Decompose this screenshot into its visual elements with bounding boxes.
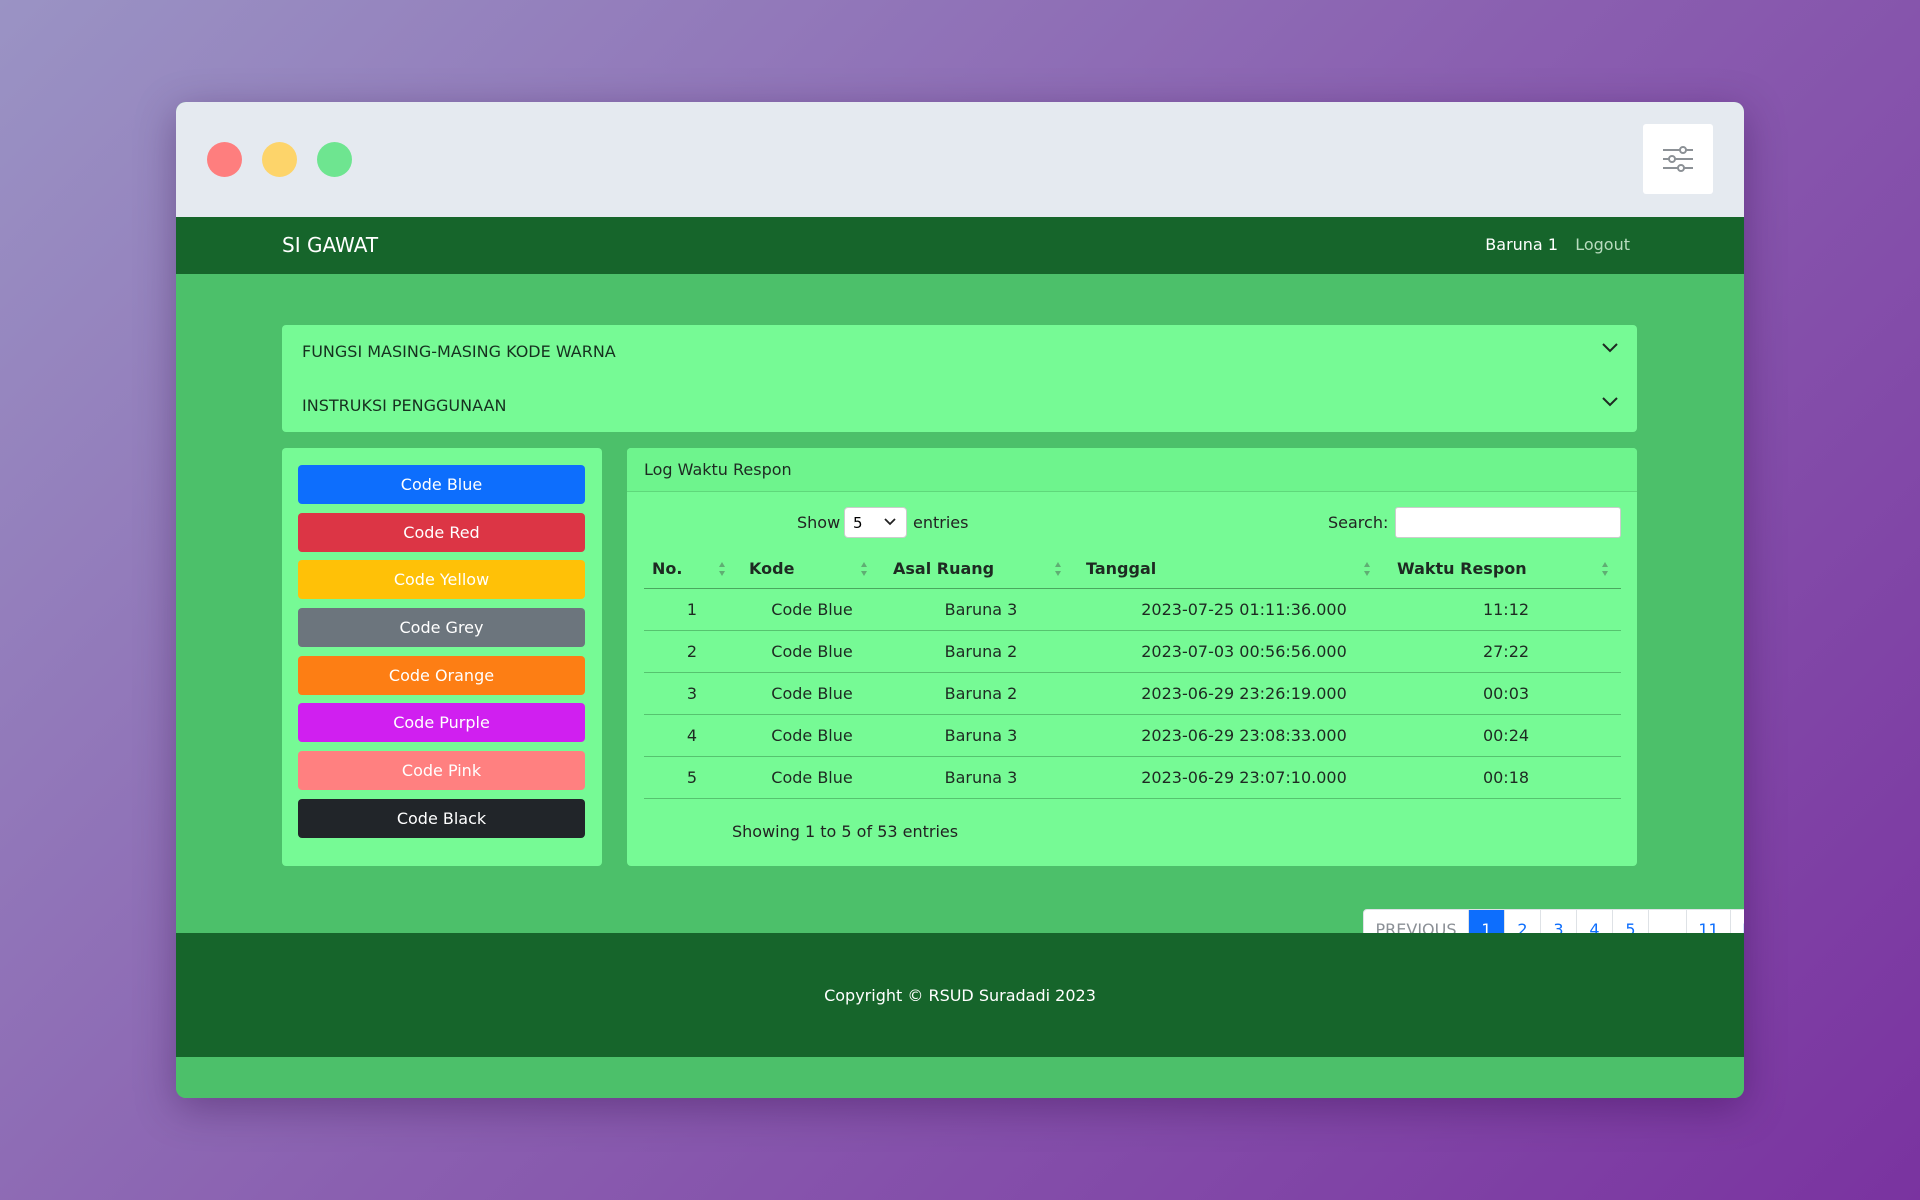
table-row: 5 Code Blue Baruna 3 2023-06-29 23:07:10…: [644, 757, 1621, 799]
cell-tanggal: 2023-07-25 01:11:36.000: [1141, 600, 1347, 619]
code-orange-button[interactable]: Code Orange: [298, 656, 585, 695]
accordion-item-instruksi[interactable]: INSTRUKSI PENGGUNAAN: [282, 379, 1637, 432]
cell-no: 5: [686, 768, 698, 787]
code-blue-button[interactable]: Code Blue: [298, 465, 585, 504]
cell-tanggal: 2023-06-29 23:26:19.000: [1141, 684, 1347, 703]
column-header-no[interactable]: No.: [652, 559, 682, 578]
brand-link[interactable]: SI GAWAT: [282, 233, 378, 257]
code-purple-button[interactable]: Code Purple: [298, 703, 585, 742]
table-row: 3 Code Blue Baruna 2 2023-06-29 23:26:19…: [644, 673, 1621, 715]
code-buttons-panel: Code Blue Code Red Code Yellow Code Grey…: [282, 448, 602, 866]
search-input[interactable]: [1395, 507, 1621, 538]
cell-tanggal: 2023-07-03 00:56:56.000: [1141, 642, 1347, 661]
sliders-icon: [1663, 146, 1693, 172]
chevron-down-icon: [884, 518, 896, 526]
code-pink-button[interactable]: Code Pink: [298, 751, 585, 790]
top-navbar: SI GAWAT Baruna 1 Logout: [176, 217, 1744, 274]
table-row: 1 Code Blue Baruna 3 2023-07-25 01:11:36…: [644, 589, 1621, 631]
sort-icon: [719, 562, 725, 576]
column-header-asal-ruang[interactable]: Asal Ruang: [893, 559, 994, 578]
cell-waktu-respon: 00:18: [1482, 768, 1530, 787]
cell-asal-ruang: Baruna 2: [944, 642, 1018, 661]
chevron-down-icon: [1602, 343, 1618, 353]
code-grey-button[interactable]: Code Grey: [298, 608, 585, 647]
search-label: Search:: [1328, 513, 1389, 532]
cell-tanggal: 2023-06-29 23:08:33.000: [1141, 726, 1347, 745]
sort-icon: [1364, 562, 1370, 576]
cell-kode: Code Blue: [771, 642, 853, 661]
cell-waktu-respon: 27:22: [1482, 642, 1530, 661]
table-row: 2 Code Blue Baruna 2 2023-07-03 00:56:56…: [644, 631, 1621, 673]
cell-asal-ruang: Baruna 2: [944, 684, 1018, 703]
column-header-waktu-respon[interactable]: Waktu Respon: [1397, 559, 1527, 578]
window-titlebar: [176, 102, 1744, 217]
entries-label: entries: [913, 513, 969, 532]
code-yellow-button[interactable]: Code Yellow: [298, 560, 585, 599]
maximize-window-button[interactable]: [317, 142, 352, 177]
close-window-button[interactable]: [207, 142, 242, 177]
column-header-kode[interactable]: Kode: [749, 559, 794, 578]
response-log-card: Log Waktu Respon Show 5 entries Search: …: [627, 448, 1637, 866]
table-header: No. Kode Asal Ruang Tanggal Waktu Respon: [644, 548, 1621, 589]
logout-link[interactable]: Logout: [1575, 235, 1630, 254]
cell-tanggal: 2023-06-29 23:07:10.000: [1141, 768, 1347, 787]
nav-user-name[interactable]: Baruna 1: [1485, 235, 1558, 254]
sort-icon: [861, 562, 867, 576]
minimize-window-button[interactable]: [262, 142, 297, 177]
cell-waktu-respon: 11:12: [1482, 600, 1530, 619]
cell-kode: Code Blue: [771, 768, 853, 787]
accordion-item-label: INSTRUKSI PENGGUNAAN: [302, 396, 507, 415]
cell-no: 2: [686, 642, 698, 661]
sort-icon: [1055, 562, 1061, 576]
log-card-title: Log Waktu Respon: [627, 448, 1637, 492]
cell-waktu-respon: 00:03: [1482, 684, 1530, 703]
page-footer: Copyright © RSUD Suradadi 2023: [176, 933, 1744, 1057]
accordion-item-label: FUNGSI MASING-MASING KODE WARNA: [302, 342, 616, 361]
cell-no: 4: [686, 726, 698, 745]
page-size-value: 5: [853, 513, 863, 532]
table-info: Showing 1 to 5 of 53 entries: [732, 822, 959, 841]
settings-button[interactable]: [1643, 124, 1713, 194]
code-red-button[interactable]: Code Red: [298, 513, 585, 552]
cell-asal-ruang: Baruna 3: [944, 600, 1018, 619]
cell-kode: Code Blue: [771, 726, 853, 745]
browser-window: SI GAWAT Baruna 1 Logout FUNGSI MASING-M…: [176, 102, 1744, 1098]
code-black-button[interactable]: Code Black: [298, 799, 585, 838]
table-row: 4 Code Blue Baruna 3 2023-06-29 23:08:33…: [644, 715, 1621, 757]
show-label: Show: [797, 513, 841, 532]
bottom-strip: [176, 1057, 1744, 1098]
cell-kode: Code Blue: [771, 684, 853, 703]
page-size-select[interactable]: 5: [844, 507, 907, 538]
cell-asal-ruang: Baruna 3: [944, 726, 1018, 745]
cell-kode: Code Blue: [771, 600, 853, 619]
info-accordion: FUNGSI MASING-MASING KODE WARNA INSTRUKS…: [282, 325, 1637, 432]
cell-no: 3: [686, 684, 698, 703]
cell-asal-ruang: Baruna 3: [944, 768, 1018, 787]
chevron-down-icon: [1602, 397, 1618, 407]
cell-no: 1: [686, 600, 698, 619]
footer-copyright: Copyright © RSUD Suradadi 2023: [824, 985, 1096, 1005]
column-header-tanggal[interactable]: Tanggal: [1086, 559, 1156, 578]
sort-icon: [1602, 562, 1608, 576]
cell-waktu-respon: 00:24: [1482, 726, 1530, 745]
accordion-item-fungsi-kode[interactable]: FUNGSI MASING-MASING KODE WARNA: [282, 325, 1637, 378]
